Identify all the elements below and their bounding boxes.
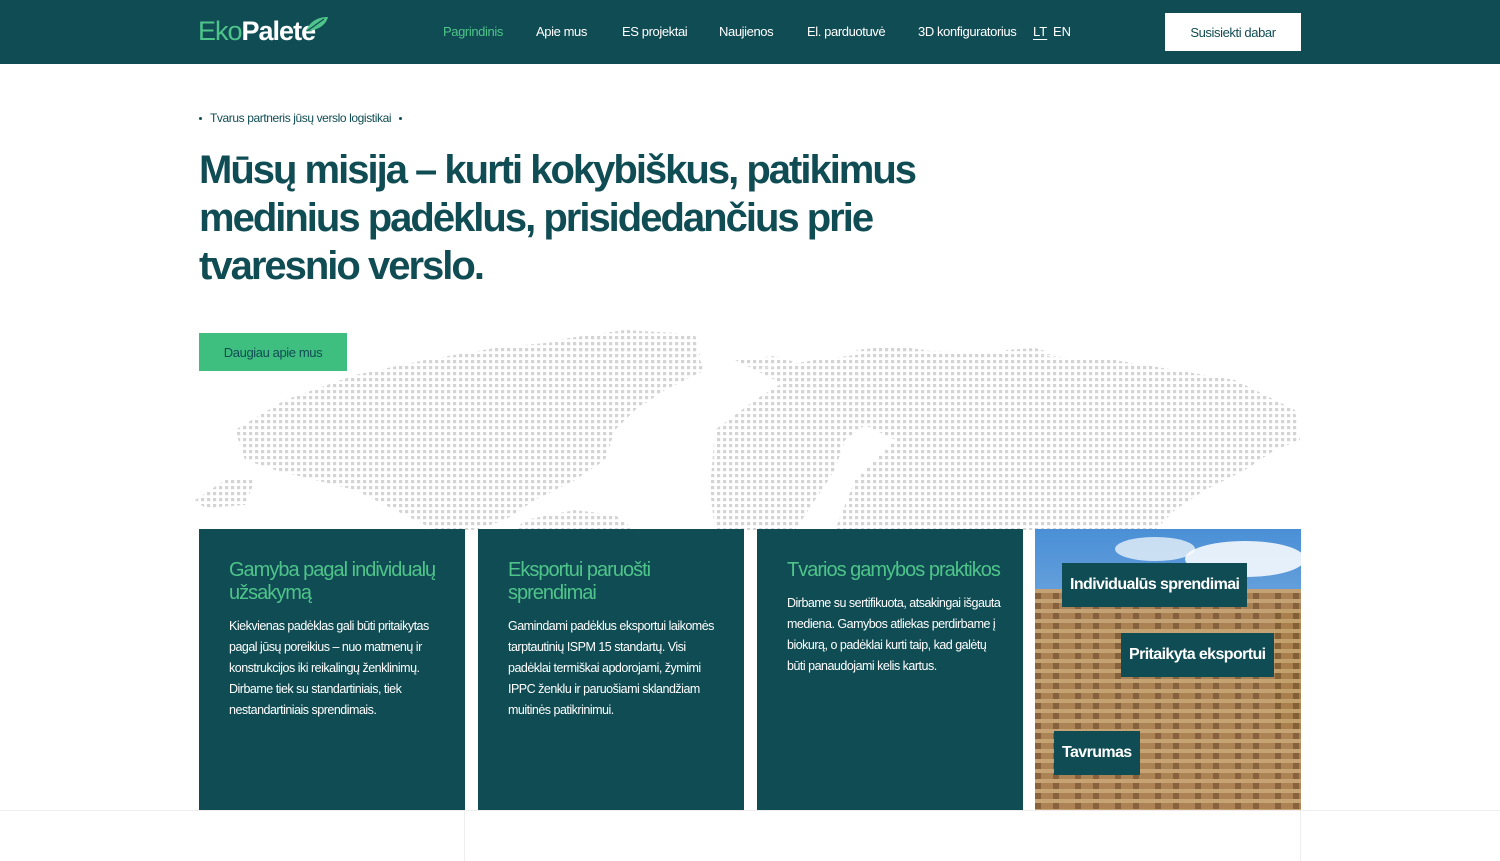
leaf-icon xyxy=(306,17,328,32)
nav-home[interactable]: Pagrindinis xyxy=(443,24,503,39)
card-text: Dirbame su sertifikuota, atsakingai išga… xyxy=(787,596,1001,673)
feature-card-sustainable: Tvarios gamybos praktikos Dirbame su ser… xyxy=(757,529,1023,810)
feature-card-export: Eksportui paruošti sprendimai Gamindami … xyxy=(478,529,744,810)
bullet-dot xyxy=(399,116,403,120)
nav-about[interactable]: Apie mus xyxy=(536,24,587,39)
site-header: Eko Palete Pagrindinis Apie mus ES projek… xyxy=(0,0,1500,64)
card-text: Gamindami padėklus eksportui laikomės ta… xyxy=(508,619,714,717)
pallets-photo: Individualūs sprendimai Pritaikyta ekspo… xyxy=(1035,529,1301,810)
logo-part-eko: Eko xyxy=(198,16,243,46)
section-divider xyxy=(1300,810,1301,861)
world-map-dots xyxy=(195,330,1300,530)
nav-eu-projects[interactable]: ES projektai xyxy=(622,24,688,39)
lang-lt[interactable]: LT xyxy=(1033,24,1047,39)
contact-now-button[interactable]: Susisiekti dabar xyxy=(1165,13,1301,51)
nav-3d-configurator[interactable]: 3D konfiguratorius xyxy=(918,24,1017,39)
photo-label-custom: Individualūs sprendimai xyxy=(1062,563,1248,607)
card-title: Eksportui paruošti sprendimai xyxy=(508,559,651,604)
nav-news[interactable]: Naujienos xyxy=(719,24,774,39)
photo-label-durability: Tavrumas xyxy=(1054,731,1140,775)
hero-tagline: Tvarus partneris jūsų verslo logistikai xyxy=(199,111,403,125)
hero-tagline-text: Tvarus partneris jūsų verslo logistikai xyxy=(210,111,392,125)
section-divider xyxy=(0,810,1500,811)
logo[interactable]: Eko Palete xyxy=(198,16,316,47)
feature-card-custom: Gamyba pagal individualų užsakymą Kiekvi… xyxy=(199,529,465,810)
bullet-dot xyxy=(199,116,202,120)
more-about-us-button[interactable]: Daugiau apie mus xyxy=(199,333,347,371)
card-text: Kiekvienas padėklas gali būti pritaikyta… xyxy=(229,619,429,717)
section-divider xyxy=(464,810,465,861)
card-title: Gamyba pagal individualų užsakymą xyxy=(229,559,436,604)
photo-label-export: Pritaikyta eksportui xyxy=(1121,633,1274,677)
nav-eshop[interactable]: El. parduotuvė xyxy=(807,24,886,39)
lang-en[interactable]: EN xyxy=(1053,24,1071,39)
hero-title: Mūsų misija – kurti kokybiškus, patikimu… xyxy=(199,148,917,288)
card-title: Tvarios gamybos praktikos xyxy=(787,559,1001,581)
